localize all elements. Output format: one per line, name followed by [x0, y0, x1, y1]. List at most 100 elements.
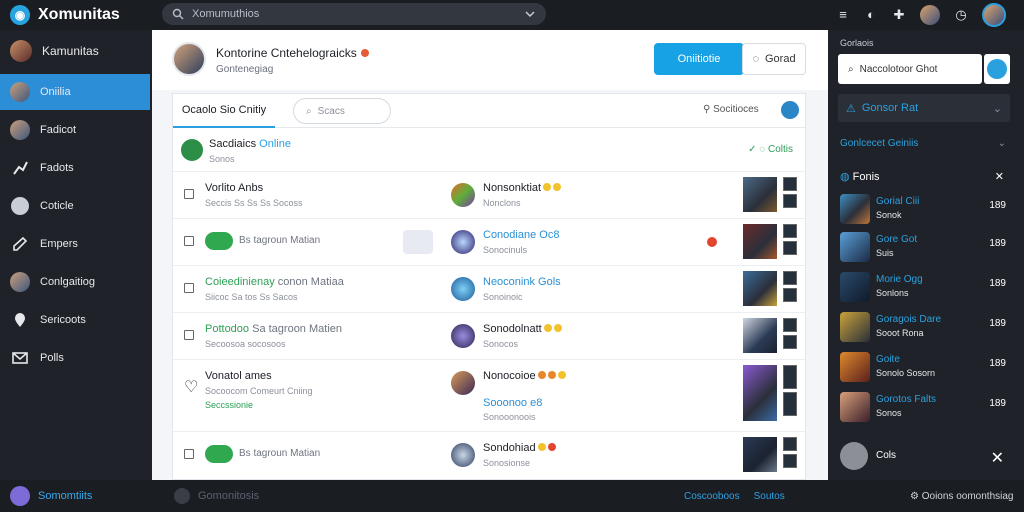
game-avatar: [451, 399, 475, 423]
edit-icon: [10, 234, 30, 254]
friend-item[interactable]: Gorotos Falts Sonos 189: [838, 390, 1010, 424]
row-checkbox[interactable]: [184, 283, 194, 293]
top-search-input[interactable]: Xomumuthios: [162, 3, 546, 25]
page-title: Kontorine Cntehelograicks: [216, 46, 369, 60]
thumb-mini: [783, 335, 797, 349]
thumb-mini: [783, 365, 797, 389]
filter-button[interactable]: ⚲ Socitioces: [703, 104, 759, 115]
thumb-mini: [783, 177, 797, 191]
sidebar-item-sericoots[interactable]: Sericoots: [0, 302, 152, 338]
bottom-profile[interactable]: Somomtiits: [0, 486, 152, 506]
menu-icon[interactable]: ≡: [836, 8, 850, 22]
avatar[interactable]: [172, 42, 206, 76]
chevron-down-icon[interactable]: [524, 8, 536, 20]
table-row[interactable]: Pottodoo Sa tagroon Matien Secoosoa soco…: [173, 313, 805, 360]
online-status-toggle[interactable]: ✓ ◌ Coltis: [748, 144, 793, 155]
alert-dot-icon: [707, 237, 717, 247]
app-logo-icon[interactable]: ◉: [10, 5, 30, 25]
right-dropdown[interactable]: ⚠ Gonsor Rat ⌄: [838, 94, 1010, 122]
thumb-mini: [783, 224, 797, 238]
table-row[interactable]: ♡ Vonatol ames Socoocom Comeurt Cniing S…: [173, 360, 805, 432]
row-checkbox[interactable]: [184, 330, 194, 340]
tab-active[interactable]: Ocaolo Sio Cnitiy: [173, 94, 275, 128]
sidebar-profile-label: Kamunitas: [42, 44, 99, 58]
toggle-pill[interactable]: [205, 445, 233, 463]
row-checkbox[interactable]: [184, 449, 194, 459]
group-item[interactable]: Cols ✕: [838, 442, 1010, 472]
close-icon[interactable]: ✕: [991, 448, 1004, 468]
sidebar-item-label: Fadots: [40, 162, 74, 174]
tab-search-input[interactable]: ⌕ Scacs: [293, 98, 391, 124]
bottom-bar: Somomtiits Gomonitosis Coscooboos Soutos…: [0, 480, 1024, 512]
friend-name: Goite: [876, 354, 900, 365]
table-row[interactable]: Bs tagroun Matian Conodiane Oc8 Sonocinu…: [173, 219, 805, 266]
table-row[interactable]: Bs tagroun Matian Sondohiad Sonosionse: [173, 432, 805, 479]
avatar[interactable]: [920, 5, 940, 25]
filter-icon: ⚲: [703, 104, 714, 115]
toggle-pill[interactable]: [205, 232, 233, 250]
close-icon[interactable]: ✕: [995, 170, 1004, 183]
game-thumbnail[interactable]: [743, 271, 777, 306]
secondary-action-button[interactable]: ◌ Gorad: [742, 43, 806, 75]
heart-icon[interactable]: ♡: [184, 377, 198, 396]
friend-item[interactable]: Goite Sonolo Sosorn 189: [838, 350, 1010, 384]
game-avatar: [451, 443, 475, 467]
row-game-sub: Sonosionse: [483, 458, 531, 468]
avatar: [174, 488, 190, 504]
sidebar-item-polls[interactable]: Polls: [0, 340, 152, 376]
bottom-link-2[interactable]: Soutos: [754, 491, 785, 502]
game-thumbnail[interactable]: [743, 365, 777, 421]
friend-name: Gore Got: [876, 234, 918, 245]
profile-avatar[interactable]: [982, 3, 1006, 27]
page-header: Kontorine Cntehelograicks Gontenegiag On…: [152, 30, 828, 90]
sidebar-profile[interactable]: Kamunitas: [0, 30, 152, 72]
game-thumbnail[interactable]: [743, 437, 777, 472]
row-checkbox[interactable]: [184, 236, 194, 246]
primary-action-button[interactable]: Oniitiotie: [654, 43, 744, 75]
sidebar-item-coticle[interactable]: Coticle: [0, 188, 152, 224]
bottom-link-1[interactable]: Coscooboos: [684, 491, 740, 502]
puzzle-icon[interactable]: ✚: [892, 8, 906, 22]
right-sub-label[interactable]: Gonlcecet Geiniis ⌄: [840, 138, 1010, 149]
sidebar-item-fadots[interactable]: Fadots: [0, 150, 152, 186]
avatar: [840, 272, 870, 302]
row-sub: Siicoc Sa tos Ss Sacos: [205, 292, 298, 302]
avatar: [840, 352, 870, 382]
sidebar-item-fadicot[interactable]: Fadicot: [0, 112, 152, 148]
friend-count: 189: [989, 238, 1006, 249]
location-icon: [10, 310, 30, 330]
table-row[interactable]: Coieedinienay conon Matiaa Siicoc Sa tos…: [173, 266, 805, 313]
game-thumbnail[interactable]: [743, 177, 777, 212]
sidebar-item-empers[interactable]: Empers: [0, 226, 152, 262]
friend-count: 189: [989, 358, 1006, 369]
friend-item[interactable]: Morie Ogg Sonlons 189: [838, 270, 1010, 304]
row-game: Sondohiad: [483, 442, 556, 454]
friend-item[interactable]: Gorial Ciii Sonok 189: [838, 192, 1010, 226]
avatar[interactable]: [781, 101, 799, 119]
circle-icon: ◌: [752, 53, 759, 65]
avatar: [840, 442, 868, 470]
controller-icon[interactable]: ◐: [864, 8, 878, 22]
clock-icon[interactable]: ◷: [954, 8, 968, 22]
friend-item[interactable]: Gore Got Suis 189: [838, 230, 1010, 264]
send-button[interactable]: [984, 54, 1010, 84]
row-checkbox[interactable]: [184, 189, 194, 199]
bottom-mid[interactable]: Gomonitosis: [174, 488, 259, 504]
sidebar: Kamunitas Oniilia Fadicot Fadots Coticle…: [0, 30, 152, 480]
sidebar-item-oniilia[interactable]: Oniilia: [0, 74, 150, 110]
avatar: [10, 40, 32, 62]
thumb-mini: [783, 392, 797, 416]
game-thumbnail[interactable]: [743, 224, 777, 259]
friend-item[interactable]: Goragois Dare Sooot Rona 189: [838, 310, 1010, 344]
table-row[interactable]: Vorlito Anbs Seccis Ss Ss Ss Socoss Nons…: [173, 172, 805, 219]
row-name: Vorlito Anbs: [205, 182, 264, 194]
thumb-mini: [783, 318, 797, 332]
game-thumbnail[interactable]: [743, 318, 777, 353]
row-sub: Secoosoa socosoos: [205, 339, 286, 349]
dance-icon: [10, 158, 30, 178]
thumb-mini: [783, 288, 797, 302]
online-title: Sacdiaics Online: [209, 138, 291, 150]
right-search-input[interactable]: ⌕ Naccolotoor Ghot: [838, 54, 982, 84]
top-search-placeholder: Xomumuthios: [192, 8, 260, 20]
sidebar-item-conlgaitiog[interactable]: Conlgaitiog: [0, 264, 152, 300]
